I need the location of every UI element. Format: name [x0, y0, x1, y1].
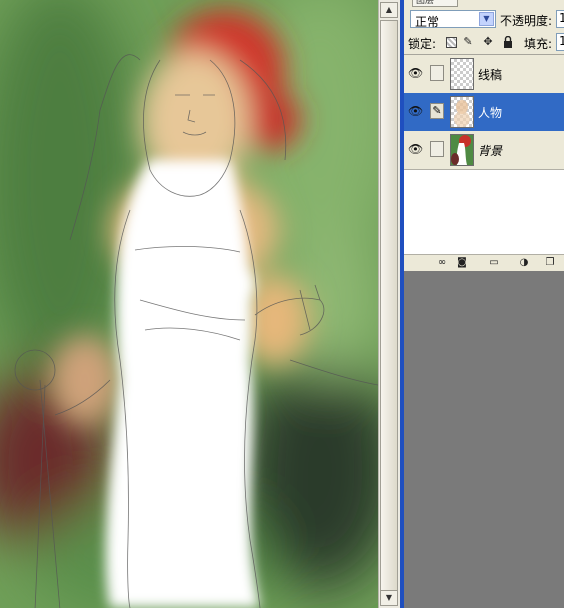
brush-icon[interactable]: ✎ [462, 36, 474, 48]
arrow-up-icon: ▲ [385, 5, 393, 14]
link-layers-icon[interactable]: ∞ [436, 257, 448, 269]
painting-image [0, 0, 378, 608]
blend-mode-select[interactable]: 正常 ▼ [410, 10, 496, 29]
lock-icon[interactable] [502, 35, 514, 48]
new-layer-icon[interactable]: ❐ [544, 257, 556, 269]
scroll-thumb[interactable] [380, 20, 398, 592]
scroll-up-button[interactable]: ▲ [380, 2, 398, 18]
layer-name: 背景 [478, 144, 503, 158]
layers-panel: 图层 正常 ▼ 不透明度: 1 锁定: ✎ ✥ 填充: 1 👁 线稿 👁 ✎ 人… [404, 0, 564, 271]
layer-row[interactable]: 👁 背景 [404, 131, 564, 170]
layer-row-selected[interactable]: 👁 ✎ 人物 [404, 93, 564, 132]
chevron-down-icon[interactable]: ▼ [479, 12, 494, 26]
add-mask-icon[interactable]: ◙ [456, 257, 468, 269]
layer-link-box[interactable] [430, 141, 444, 157]
brush-icon[interactable]: ✎ [430, 103, 444, 119]
adjustment-layer-icon[interactable]: ◑ [518, 257, 530, 269]
scroll-down-button[interactable]: ▼ [380, 590, 398, 606]
lock-row: 锁定: ✎ ✥ 填充: 1 [404, 32, 564, 54]
canvas-vertical-scrollbar[interactable]: ▲ ▼ [378, 0, 400, 608]
lock-label: 锁定: [408, 37, 437, 51]
layer-thumbnail [450, 58, 474, 90]
move-icon[interactable]: ✥ [482, 36, 494, 48]
layer-name: 线稿 [478, 68, 503, 82]
fill-label: 填充: [524, 37, 553, 51]
eye-icon[interactable]: 👁 [408, 143, 423, 155]
arrow-down-icon: ▼ [385, 593, 393, 602]
eye-icon[interactable]: 👁 [408, 67, 423, 79]
opacity-field[interactable]: 1 [556, 10, 564, 28]
blend-mode-value: 正常 [415, 15, 440, 29]
layer-name: 人物 [478, 106, 503, 120]
layers-tab[interactable]: 图层 [412, 0, 458, 7]
document-canvas[interactable] [0, 0, 378, 608]
fill-field[interactable]: 1 [556, 33, 564, 51]
eye-icon[interactable]: 👁 [408, 105, 423, 117]
layer-row[interactable]: 👁 线稿 [404, 55, 564, 94]
layer-thumbnail [450, 96, 474, 128]
layer-link-box[interactable] [430, 65, 444, 81]
layer-list: 👁 线稿 👁 ✎ 人物 👁 背景 [404, 54, 564, 255]
opacity-label: 不透明度: [500, 14, 553, 28]
layer-thumbnail [450, 134, 474, 166]
lock-transparency-icon[interactable] [446, 37, 457, 48]
new-group-icon[interactable]: ▭ [488, 257, 500, 269]
layers-panel-footer: ∞ ◙ ▭ ◑ ❐ [404, 254, 564, 271]
